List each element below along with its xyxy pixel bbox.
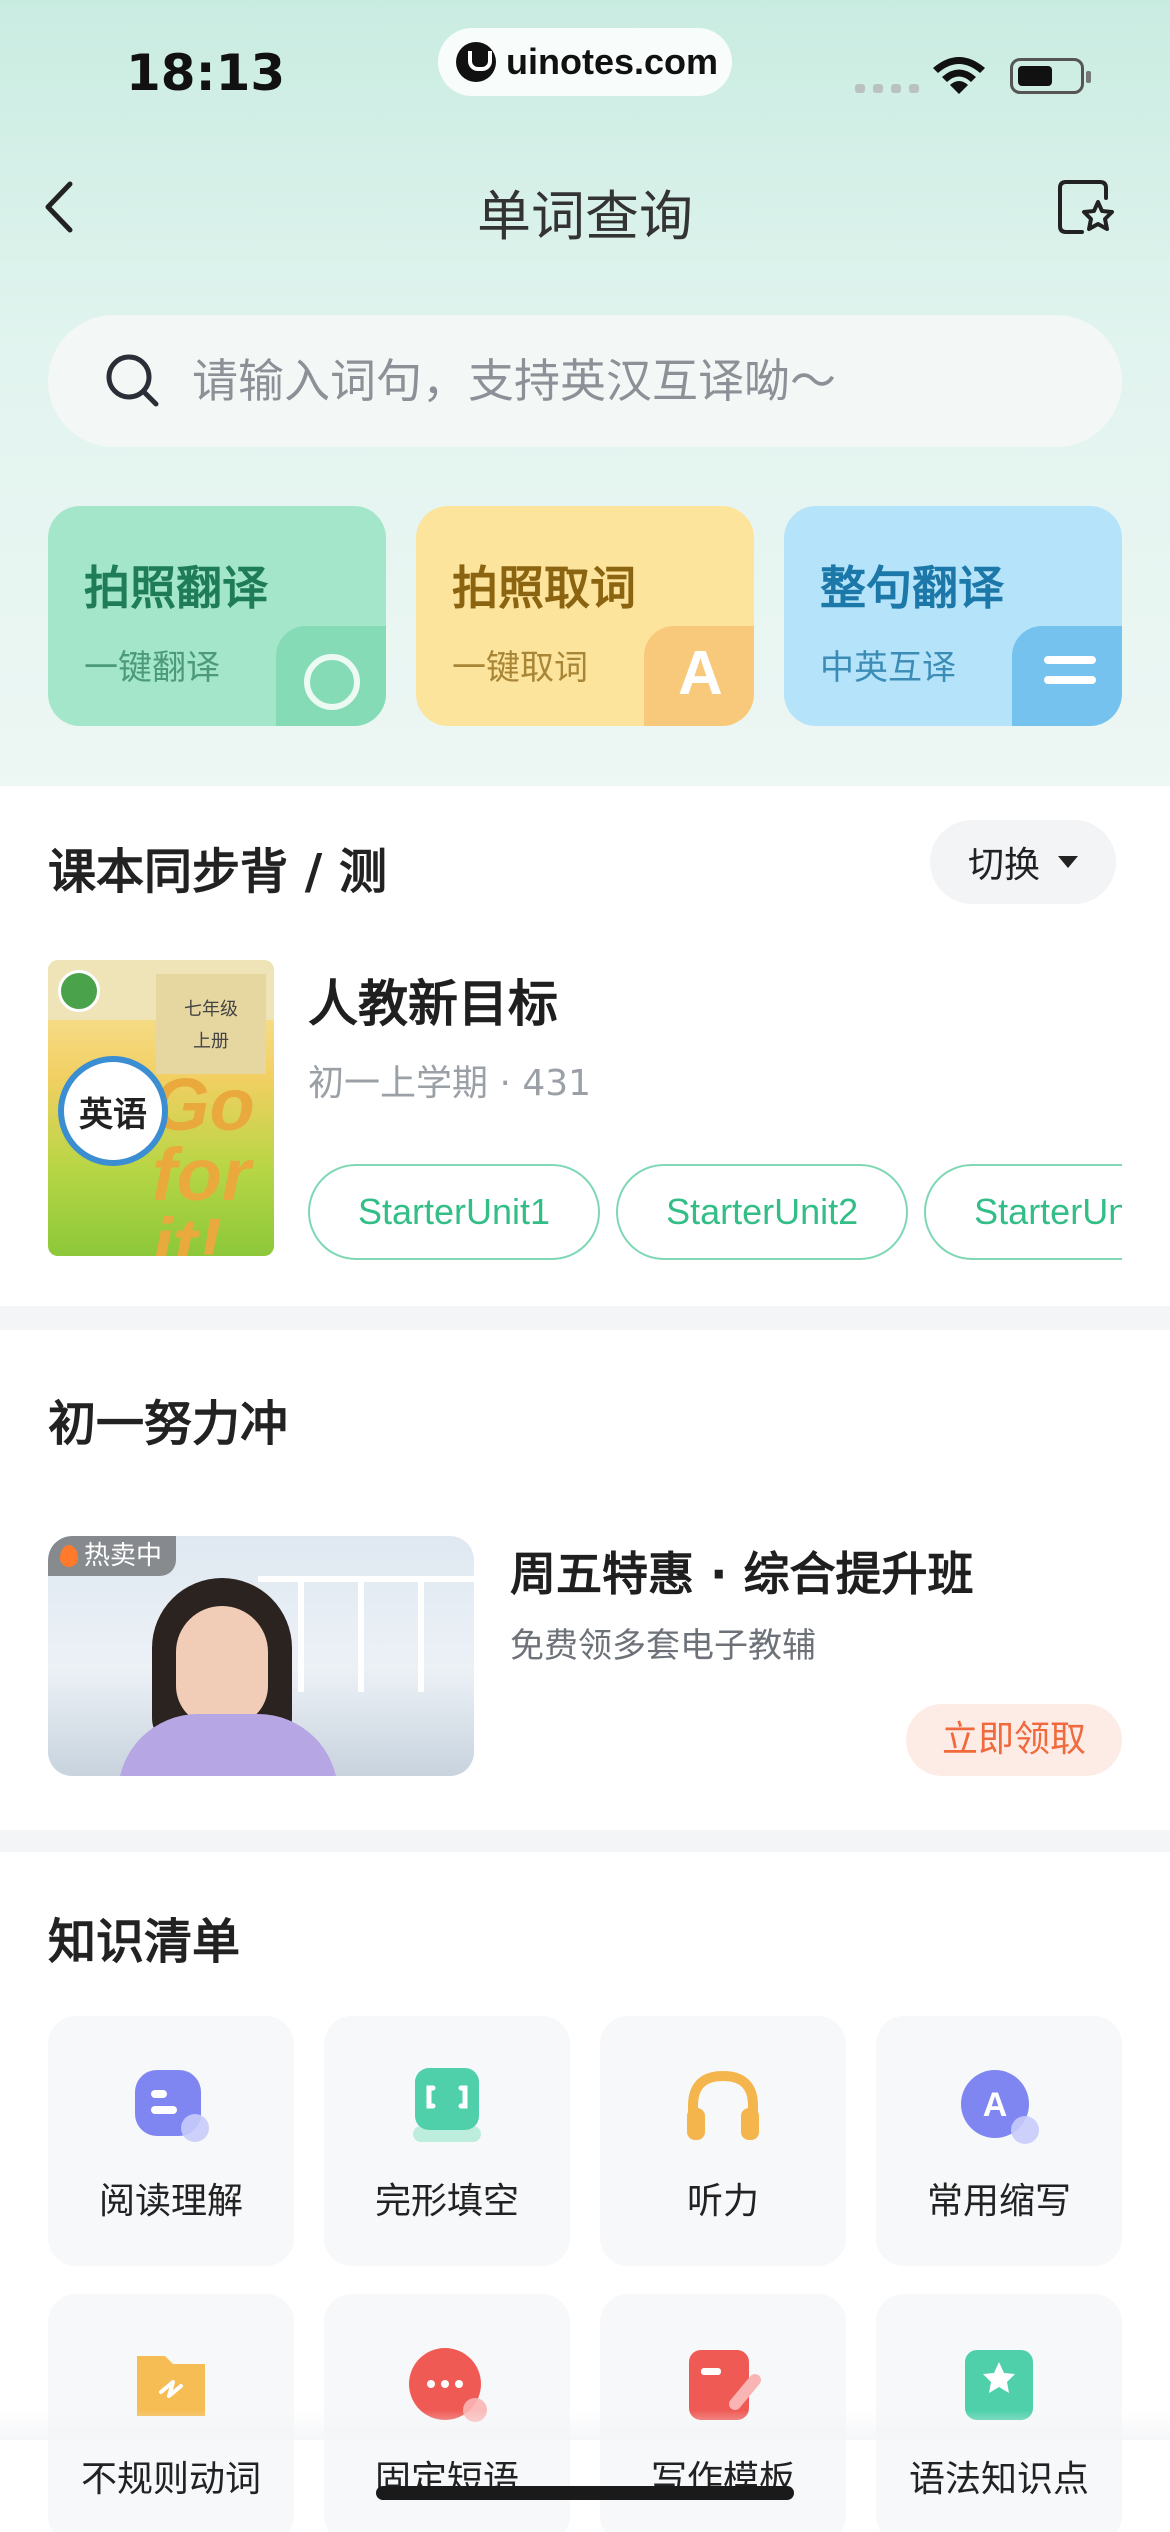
book-meta: 初一上学期 · 431 bbox=[308, 1063, 592, 1104]
publisher-badge-icon bbox=[58, 970, 100, 1012]
knowledge-item-cloze[interactable]: 完形填空 bbox=[324, 2016, 570, 2266]
battery-icon bbox=[1010, 58, 1091, 94]
course-thumbnail[interactable]: 热卖中 bbox=[48, 1536, 474, 1776]
url-text: uinotes.com bbox=[506, 41, 719, 82]
photo-translate-card[interactable]: 拍照翻译 一键翻译 bbox=[48, 506, 386, 726]
promo-section: 初一努力冲 热卖中 周五特惠 · 综合提升班 免费领多套电子教辅 立即领取 bbox=[0, 1330, 1170, 1830]
photo-word-pick-card[interactable]: 拍照取词 一键取词 A bbox=[416, 506, 754, 726]
section-title: 知识清单 bbox=[48, 1914, 241, 1970]
cover-title-art: Go for it! bbox=[152, 1063, 255, 1257]
url-pill[interactable]: uinotes.com bbox=[438, 28, 732, 96]
section-title: 初一努力冲 bbox=[48, 1396, 289, 1452]
favorites-book-icon[interactable] bbox=[1056, 176, 1116, 236]
card-title: 整句翻译 bbox=[820, 561, 1004, 615]
section-title: 课本同步背 / 测 bbox=[48, 844, 387, 900]
home-indicator[interactable] bbox=[376, 2486, 794, 2500]
sentence-translate-card[interactable]: 整句翻译 中英互译 bbox=[784, 506, 1122, 726]
cover-grade: 七年级 上册 bbox=[156, 974, 266, 1074]
camera-icon bbox=[276, 626, 386, 726]
search-icon bbox=[106, 354, 159, 407]
search-input[interactable] bbox=[192, 354, 992, 408]
textbook-section: 课本同步背 / 测 切换 七年级 上册 Go for it! 英语 人教新目标 … bbox=[0, 786, 1170, 1306]
card-title: 拍照取词 bbox=[452, 561, 636, 615]
reading-icon bbox=[135, 2070, 209, 2142]
knowledge-item-listening[interactable]: 听力 bbox=[600, 2016, 846, 2266]
headphones-icon bbox=[687, 2070, 759, 2140]
promo-title[interactable]: 周五特惠 · 综合提升班 bbox=[510, 1538, 974, 1604]
caret-down-icon bbox=[1058, 856, 1078, 868]
unit-chip[interactable]: StarterUnit2 bbox=[616, 1164, 909, 1260]
cover-subject: 英语 bbox=[58, 1056, 168, 1166]
knowledge-item-reading[interactable]: 阅读理解 bbox=[48, 2016, 294, 2266]
abbreviation-icon: A bbox=[961, 2070, 1039, 2144]
svg-text:A: A bbox=[983, 2086, 1008, 2124]
knowledge-item-abbreviation[interactable]: A 常用缩写 bbox=[876, 2016, 1122, 2266]
switch-label: 切换 bbox=[967, 845, 1040, 886]
book-cover[interactable]: 七年级 上册 Go for it! 英语 bbox=[48, 960, 274, 1256]
status-time: 18:13 bbox=[126, 44, 286, 102]
unit-chip-row: StarterUnit1StarterUnit2StarterUnit3 bbox=[308, 1164, 1122, 1264]
book-name[interactable]: 人教新目标 bbox=[308, 964, 558, 1036]
search-bar[interactable] bbox=[48, 315, 1122, 447]
translate-icon bbox=[1012, 626, 1122, 726]
wifi-icon bbox=[933, 57, 985, 94]
cloze-icon bbox=[413, 2068, 481, 2142]
letter-a-icon: A bbox=[644, 626, 754, 726]
claim-button[interactable]: 立即领取 bbox=[906, 1704, 1122, 1776]
switch-book-button[interactable]: 切换 bbox=[930, 820, 1116, 904]
fire-icon bbox=[60, 1545, 78, 1567]
unit-chip[interactable]: StarterUnit1 bbox=[308, 1164, 601, 1260]
unit-chip[interactable]: StarterUnit3 bbox=[924, 1164, 1122, 1260]
card-title: 拍照翻译 bbox=[84, 561, 268, 615]
site-logo-icon bbox=[456, 42, 496, 82]
cellular-signal-icon bbox=[855, 84, 919, 93]
promo-subtitle: 免费领多套电子教辅 bbox=[510, 1626, 816, 1666]
hot-sale-tag: 热卖中 bbox=[48, 1536, 177, 1576]
page-title: 单词查询 bbox=[477, 185, 693, 248]
